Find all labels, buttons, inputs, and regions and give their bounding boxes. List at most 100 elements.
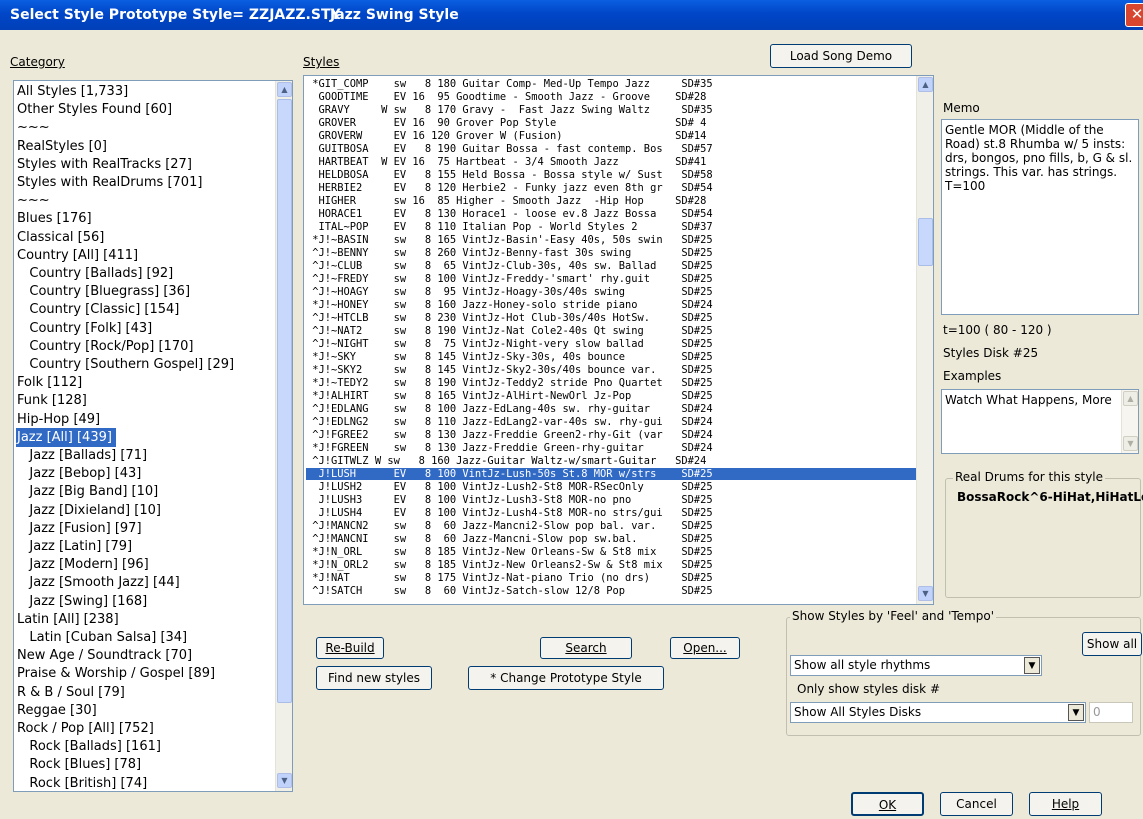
disk-filter-select[interactable]: Show All Styles Disks ▼ [790, 702, 1086, 723]
style-row[interactable]: J!LUSH3 EV 8 100 VintJz-Lush3-St8 MOR-no… [306, 494, 916, 506]
category-scrollbar[interactable]: ▲ ▼ [275, 81, 292, 791]
style-row[interactable]: ^J!SATCH sw 8 60 VintJz-Satch-slow 12/8 … [306, 585, 916, 597]
style-row[interactable]: ^J!~CLUB sw 8 65 VintJz-Club-30s, 40s sw… [306, 260, 916, 272]
style-row[interactable]: HIGHER sw 16 85 Higher - Smooth Jazz -Hi… [306, 195, 916, 207]
category-item[interactable]: Jazz [Dixieland] [10] [16, 501, 165, 520]
category-item[interactable]: ~~~ [16, 118, 54, 137]
category-item[interactable]: Latin [All] [238] [16, 610, 123, 629]
ok-button[interactable]: OK [851, 792, 924, 816]
style-row[interactable]: ^J!EDLANG sw 8 100 Jazz-EdLang-40s sw. r… [306, 403, 916, 415]
style-row[interactable]: HARTBEAT W EV 16 75 Hartbeat - 3/4 Smoot… [306, 156, 916, 168]
style-row[interactable]: *J!N_ORL sw 8 185 VintJz-New Orleans-Sw … [306, 546, 916, 558]
style-row[interactable]: ^J!~NIGHT sw 8 75 VintJz-Night-very slow… [306, 338, 916, 350]
category-item[interactable]: Rock [British] [74] [16, 774, 151, 791]
category-item[interactable]: Rock [Ballads] [161] [16, 737, 165, 756]
style-row[interactable]: *J!ALHIRT sw 8 165 VintJz-AlHirt-NewOrl … [306, 390, 916, 402]
scroll-thumb[interactable] [277, 99, 292, 703]
category-item[interactable]: Country [Ballads] [92] [16, 264, 177, 283]
category-item[interactable]: RealStyles [0] [16, 137, 111, 156]
category-item[interactable]: ~~~ [16, 191, 54, 210]
scroll-down-arrow-icon[interactable]: ▼ [1123, 436, 1138, 451]
scroll-up-arrow-icon[interactable]: ▲ [1123, 391, 1138, 406]
category-item[interactable]: Other Styles Found [60] [16, 100, 176, 119]
scroll-thumb[interactable] [918, 218, 933, 266]
category-item[interactable]: Jazz [Swing] [168] [16, 592, 151, 611]
style-row[interactable]: ^J!~HOAGY sw 8 95 VintJz-Hoagy-30s/40s s… [306, 286, 916, 298]
category-item[interactable]: Latin [Cuban Salsa] [34] [16, 628, 191, 647]
style-row[interactable]: *J!N_ORL2 sw 8 185 VintJz-New Orleans2-S… [306, 559, 916, 571]
category-item[interactable]: Jazz [Bebop] [43] [16, 464, 145, 483]
style-row[interactable]: ITAL~POP EV 8 110 Italian Pop - World St… [306, 221, 916, 233]
style-row[interactable]: ^J!~HTCLB sw 8 230 VintJz-Hot Club-30s/4… [306, 312, 916, 324]
category-item[interactable]: Jazz [Big Band] [10] [16, 482, 162, 501]
disk-number-input[interactable]: 0 [1089, 702, 1133, 723]
category-item[interactable]: Hip-Hop [49] [16, 410, 104, 429]
style-row[interactable]: GUITBOSA EV 8 190 Guitar Bossa - fast co… [306, 143, 916, 155]
style-row[interactable]: *J!~BASIN sw 8 165 VintJz-Basin'-Easy 40… [306, 234, 916, 246]
style-row[interactable]: GROVERW EV 16 120 Grover W (Fusion) SD#1… [306, 130, 916, 142]
category-item[interactable]: Country [Southern Gospel] [29] [16, 355, 238, 374]
styles-list[interactable]: ▲ ▼ *GIT_COMP sw 8 180 Guitar Comp- Med-… [303, 75, 934, 605]
style-row[interactable]: ^J!GITWLZ W sw 8 160 Jazz-Guitar Waltz-w… [306, 455, 916, 467]
style-row[interactable]: *J!~SKY2 sw 8 145 VintJz-Sky2-30s/40s bo… [306, 364, 916, 376]
category-item[interactable]: R & B / Soul [79] [16, 683, 129, 702]
style-row[interactable]: ^J!FGREE2 sw 8 130 Jazz-Freddie Green2-r… [306, 429, 916, 441]
category-item[interactable]: Jazz [Smooth Jazz] [44] [16, 573, 184, 592]
dropdown-arrow-icon[interactable]: ▼ [1024, 657, 1040, 674]
scroll-down-arrow-icon[interactable]: ▼ [277, 773, 292, 788]
style-row[interactable]: HERBIE2 EV 8 120 Herbie2 - Funky jazz ev… [306, 182, 916, 194]
dropdown-arrow-icon[interactable]: ▼ [1068, 704, 1084, 721]
category-item[interactable]: Classical [56] [16, 228, 108, 247]
style-row[interactable]: ^J!~NAT2 sw 8 190 VintJz-Nat Cole2-40s Q… [306, 325, 916, 337]
style-row[interactable]: ^J!MANCNI sw 8 60 Jazz-Mancni-Slow pop s… [306, 533, 916, 545]
style-row[interactable]: HELDBOSA EV 8 155 Held Bossa - Bossa sty… [306, 169, 916, 181]
rebuild-button[interactable]: Re-Build [316, 637, 384, 659]
category-item[interactable]: Jazz [Ballads] [71] [16, 446, 151, 465]
category-item[interactable]: Jazz [Modern] [96] [16, 555, 153, 574]
style-row[interactable]: ^J!EDLNG2 sw 8 110 Jazz-EdLang2-var-40s … [306, 416, 916, 428]
scroll-up-arrow-icon[interactable]: ▲ [918, 77, 933, 92]
close-button[interactable]: ✕ [1125, 3, 1143, 27]
find-new-styles-button[interactable]: Find new styles [316, 666, 432, 690]
style-row[interactable]: GOODTIME EV 16 95 Goodtime - Smooth Jazz… [306, 91, 916, 103]
style-row[interactable]: ^J!~FREDY sw 8 100 VintJz-Freddy-'smart'… [306, 273, 916, 285]
category-item[interactable]: Blues [176] [16, 209, 96, 228]
style-row[interactable]: *J!~HONEY sw 8 160 Jazz-Honey-solo strid… [306, 299, 916, 311]
styles-scrollbar[interactable]: ▲ ▼ [916, 76, 933, 604]
style-row[interactable]: *J!FGREEN sw 8 130 Jazz-Freddie Green-rh… [306, 442, 916, 454]
category-item[interactable]: Country [Rock/Pop] [170] [16, 337, 197, 356]
category-item[interactable]: Country [Bluegrass] [36] [16, 282, 194, 301]
category-item[interactable]: Rock / Pop [All] [752] [16, 719, 158, 738]
search-button[interactable]: Search [540, 637, 632, 659]
cancel-button[interactable]: Cancel [940, 792, 1013, 816]
category-list[interactable]: ▲ ▼ All Styles [1,733] Other Styles Found… [13, 80, 293, 792]
style-row[interactable]: *J!~TEDY2 sw 8 190 VintJz-Teddy2 stride … [306, 377, 916, 389]
category-item[interactable]: Folk [112] [16, 373, 86, 392]
examples-scrollbar[interactable]: ▲ ▼ [1121, 390, 1138, 453]
load-song-demo-button[interactable]: Load Song Demo [770, 44, 912, 68]
category-item[interactable]: Funk [128] [16, 391, 91, 410]
help-button[interactable]: Help [1029, 792, 1102, 816]
category-item[interactable]: Styles with RealTracks [27] [16, 155, 196, 174]
style-row[interactable]: J!LUSH EV 8 100 VintJz-Lush-50s St.8 MOR… [306, 468, 916, 480]
category-item[interactable]: New Age / Soundtrack [70] [16, 646, 196, 665]
style-row[interactable]: J!LUSH2 EV 8 100 VintJz-Lush2-St8 MOR-RS… [306, 481, 916, 493]
style-row[interactable]: ^J!MANCN2 sw 8 60 Jazz-Mancni2-Slow pop … [306, 520, 916, 532]
style-row[interactable]: *J!~SKY sw 8 145 VintJz-Sky-30s, 40s bou… [306, 351, 916, 363]
category-item[interactable]: Jazz [All] [439] [16, 427, 116, 447]
style-row[interactable]: GROVER EV 16 90 Grover Pop Style SD# 4 [306, 117, 916, 129]
category-item[interactable]: Country [Folk] [43] [16, 319, 156, 338]
category-item[interactable]: Jazz [Latin] [79] [16, 537, 136, 556]
category-item[interactable]: Styles with RealDrums [701] [16, 173, 206, 192]
category-item[interactable]: Rock [Blues] [78] [16, 755, 145, 774]
category-item[interactable]: Country [Classic] [154] [16, 300, 183, 319]
show-all-button[interactable]: Show all [1082, 632, 1142, 656]
style-row[interactable]: GRAVY W sw 8 170 Gravy - Fast Jazz Swing… [306, 104, 916, 116]
open-button[interactable]: Open... [670, 637, 740, 659]
change-prototype-style-button[interactable]: * Change Prototype Style [468, 666, 664, 690]
category-item[interactable]: Praise & Worship / Gospel [89] [16, 664, 219, 683]
style-row[interactable]: *GIT_COMP sw 8 180 Guitar Comp- Med-Up T… [306, 78, 916, 90]
style-row[interactable]: HORACE1 EV 8 130 Horace1 - loose ev.8 Ja… [306, 208, 916, 220]
category-item[interactable]: Reggae [30] [16, 701, 101, 720]
category-item[interactable]: All Styles [1,733] [16, 82, 132, 101]
